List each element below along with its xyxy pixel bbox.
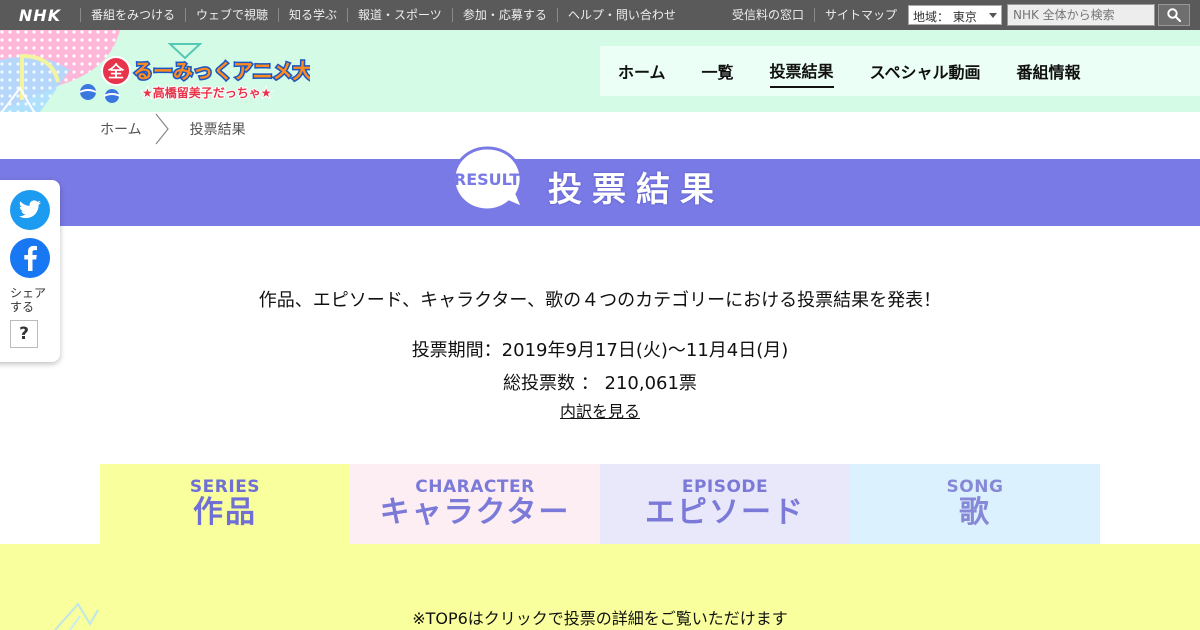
total-votes: 総投票数 ： 210,061票 [503, 373, 697, 394]
chevron-down-icon [989, 13, 997, 18]
category-tabs: SERIES 作品 CHARACTER キャラクター EPISODE エピソード… [100, 464, 1100, 544]
voting-period: 投票期間：2019年9月17日(火)～11月4日(月) [411, 340, 789, 361]
result-speech-bubble: RESULT [452, 146, 526, 212]
nhk-nav-help[interactable]: ヘルプ・問い合わせ [556, 8, 686, 22]
nhk-logo[interactable]: NHK [0, 0, 80, 30]
tab-song[interactable]: SONG 歌 [850, 464, 1100, 544]
tab-series[interactable]: SERIES 作品 [100, 464, 350, 544]
tab-song-en: SONG [946, 477, 1004, 497]
logo-title: るーみっくアニメ大投票 [133, 59, 310, 83]
tab-episode[interactable]: EPISODE エピソード [600, 464, 850, 544]
nav-list[interactable]: 一覧 [702, 55, 734, 87]
breadcrumb-current: 投票結果 [189, 122, 246, 138]
tab-song-jp: 歌 [959, 495, 991, 530]
nhk-fee-link[interactable]: 受信料の窓口 [722, 8, 814, 22]
page-title: 投票結果 [548, 170, 724, 210]
breakdown-row: 内訳を見る [0, 398, 1200, 422]
nav-results[interactable]: 投票結果 [769, 54, 834, 88]
twitter-share-button[interactable] [10, 190, 50, 230]
region-select-value: 地域： 東京 [913, 10, 977, 24]
tab-character-en: CHARACTER [415, 477, 535, 497]
site-logo[interactable]: 全 るーみっくアニメ大投票 ★高橋留美子だっちゃ★ [100, 40, 354, 104]
breakdown-link[interactable]: 内訳を見る [560, 402, 640, 421]
main-nav: ホーム 一覧 投票結果 スペシャル動画 番組情報 [600, 46, 1200, 96]
tab-character[interactable]: CHARACTER キャラクター [350, 464, 600, 544]
nhk-nav-watch-web[interactable]: ウェブで視聴 [185, 8, 278, 22]
nhk-nav-news-sports[interactable]: 報道・スポーツ [347, 8, 452, 22]
facebook-f-icon [24, 245, 37, 271]
nhk-sitemap-link[interactable]: サイトマップ [814, 8, 907, 22]
chevron-right-icon [155, 113, 169, 145]
nav-special-video[interactable]: スペシャル動画 [870, 55, 981, 87]
nhk-search-button[interactable] [1158, 4, 1190, 26]
tab-series-jp: 作品 [193, 495, 257, 530]
nhk-global-bar: NHK 番組をみつける ウェブで視聴 知る学ぶ 報道・スポーツ 参加・応募する … [0, 0, 1200, 30]
nhk-nav-participate[interactable]: 参加・応募する [451, 8, 557, 22]
site-header: 全 るーみっくアニメ大投票 ★高橋留美子だっちゃ★ ホーム 一覧 投票結果 スペ… [0, 30, 1200, 112]
tab-character-jp: キャラクター [379, 495, 571, 530]
intro-text: 作品、エピソード、キャラクター、歌の４つのカテゴリーにおける投票結果を発表！ [258, 290, 942, 311]
nav-program-info[interactable]: 番組情報 [1016, 55, 1080, 87]
share-widget: シェアする ? [0, 180, 60, 362]
logo-badge: 全 [107, 62, 125, 81]
twitter-bird-icon [19, 200, 41, 219]
nhk-nav-learn[interactable]: 知る学ぶ [278, 8, 347, 22]
region-select[interactable]: 地域： 東京 [908, 5, 1002, 25]
tab-episode-jp: エピソード [645, 495, 805, 530]
result-badge-text: RESULT [454, 170, 520, 189]
nhk-right-links: 受信料の窓口 サイトマップ [722, 0, 907, 30]
breadcrumb: ホーム 投票結果 [100, 112, 246, 146]
tab-episode-en: EPISODE [681, 477, 769, 497]
nhk-global-nav: 番組をみつける ウェブで視聴 知る学ぶ 報道・スポーツ 参加・応募する ヘルプ・… [80, 0, 686, 30]
facebook-share-button[interactable] [10, 238, 50, 278]
tab-series-en: SERIES [189, 477, 261, 497]
search-icon [1167, 8, 1181, 22]
breadcrumb-home[interactable]: ホーム [100, 119, 142, 139]
nav-home[interactable]: ホーム [618, 55, 666, 87]
logo-subtitle: ★高橋留美子だっちゃ★ [142, 85, 272, 100]
nhk-nav-find-programs[interactable]: 番組をみつける [80, 8, 185, 22]
nhk-search-input[interactable] [1007, 4, 1155, 26]
top6-note: ※TOP6はクリックで投票の詳細をご覧いただけます [412, 609, 788, 628]
